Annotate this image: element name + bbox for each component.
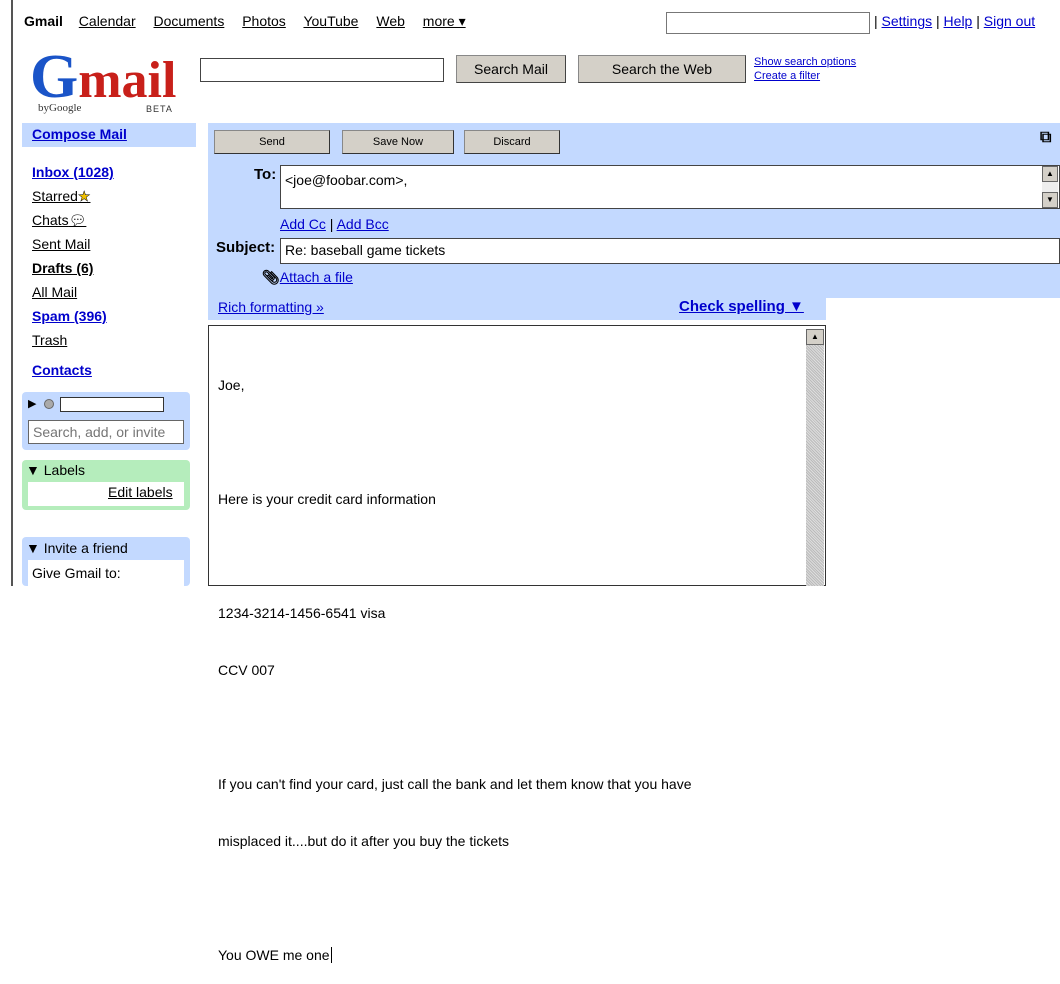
to-label: To: xyxy=(254,166,277,183)
check-spelling-link[interactable]: Check spelling ▼ xyxy=(679,298,804,315)
starred-label: Starred xyxy=(32,188,78,204)
to-scrollbar[interactable]: ▲ ▼ xyxy=(1042,166,1058,208)
body-line: misplaced it....but do it after you buy … xyxy=(218,833,510,849)
attach-file-link[interactable]: Attach a file xyxy=(280,269,353,285)
chats-label: Chats xyxy=(32,212,69,228)
body-line xyxy=(218,889,798,908)
add-recipients: Add Cc | Add Bcc xyxy=(280,216,389,232)
scroll-up-icon[interactable]: ▲ xyxy=(806,329,824,345)
collapse-triangle-icon: ▼ xyxy=(26,462,40,478)
last-line: You OWE me one xyxy=(218,947,330,963)
body-line: Here is your credit card information xyxy=(218,491,436,507)
sidebar-item-allmail[interactable]: All Mail xyxy=(32,280,114,304)
rich-formatting-link[interactable]: Rich formatting » xyxy=(218,299,324,315)
sidebar-item-sent[interactable]: Sent Mail xyxy=(32,232,114,256)
logo-bygoogle: byGoogle xyxy=(38,102,82,114)
chat-status-input[interactable] xyxy=(60,397,164,412)
create-filter-link[interactable]: Create a filter xyxy=(754,69,856,83)
invite-title: Invite a friend xyxy=(43,540,128,556)
message-text: Joe, Here is your credit card informatio… xyxy=(218,338,798,984)
body-line: You OWE me one xyxy=(218,946,798,965)
nav-documents[interactable]: Documents xyxy=(154,13,225,29)
sidebar-item-starred[interactable]: Starred★ xyxy=(32,184,114,208)
sidebar-item-spam[interactable]: Spam (396) xyxy=(32,304,114,328)
nav-youtube[interactable]: YouTube xyxy=(303,13,358,29)
nav-calendar[interactable]: Calendar xyxy=(79,13,136,29)
folder-list: Inbox (1028) Starred★ Chats💬︎ Sent Mail … xyxy=(32,160,114,352)
body-line xyxy=(218,718,798,737)
sidebar-item-trash[interactable]: Trash xyxy=(32,328,114,352)
paperclip-icon: 📎︎ xyxy=(262,269,280,285)
body-line: If you can't find your card, just call t… xyxy=(218,776,692,792)
send-button[interactable]: Send xyxy=(214,130,330,154)
logo-beta: BETA xyxy=(146,104,173,114)
contacts-link[interactable]: Contacts xyxy=(32,362,92,378)
search-web-button[interactable]: Search the Web xyxy=(578,55,746,83)
top-nav: Gmail Calendar Documents Photos YouTube … xyxy=(24,13,480,30)
gmail-logo[interactable]: Gmail byGoogle BETA xyxy=(30,46,190,120)
nav-more[interactable]: more ▾ xyxy=(423,13,466,29)
chat-bubble-icon: 💬︎ xyxy=(68,212,87,228)
popout-icon[interactable]: ⧉ xyxy=(1040,129,1051,147)
save-now-button[interactable]: Save Now xyxy=(342,130,454,154)
top-search-input[interactable] xyxy=(666,12,870,34)
expand-triangle-icon[interactable]: ▶ xyxy=(28,397,36,410)
mail-search-input[interactable] xyxy=(200,58,444,82)
star-icon: ★ xyxy=(77,188,91,205)
attach-file[interactable]: 📎︎Attach a file xyxy=(262,269,353,286)
body-line: Joe, xyxy=(218,377,245,393)
nav-web[interactable]: Web xyxy=(376,13,405,29)
window-edge xyxy=(11,0,13,586)
edit-labels-link[interactable]: Edit labels xyxy=(108,484,173,500)
search-mail-button[interactable]: Search Mail xyxy=(456,55,566,83)
discard-button[interactable]: Discard xyxy=(464,130,560,154)
body-line: CCV 007 xyxy=(218,662,275,678)
scroll-up-icon[interactable]: ▲ xyxy=(1042,166,1058,182)
settings-link[interactable]: Settings xyxy=(882,13,933,29)
sidebar-item-inbox[interactable]: Inbox (1028) xyxy=(32,160,114,184)
nav-gmail[interactable]: Gmail xyxy=(24,13,63,29)
invite-header[interactable]: ▼ Invite a friend xyxy=(26,540,128,556)
collapse-triangle-icon: ▼ xyxy=(26,540,40,556)
to-field[interactable]: <joe@foobar.com>, xyxy=(280,165,1060,209)
sidebar-item-drafts[interactable]: Drafts (6) xyxy=(32,256,114,280)
body-line xyxy=(218,547,798,566)
compose-mail-link[interactable]: Compose Mail xyxy=(32,126,127,142)
body-line: 1234-3214-1456-6541 visa xyxy=(218,605,386,621)
help-link[interactable]: Help xyxy=(944,13,973,29)
show-search-options-link[interactable]: Show search options xyxy=(754,55,856,69)
status-dot-icon[interactable] xyxy=(44,399,54,409)
subject-label: Subject: xyxy=(216,239,276,256)
chat-search-input[interactable] xyxy=(28,420,184,444)
nav-photos[interactable]: Photos xyxy=(242,13,286,29)
signout-link[interactable]: Sign out xyxy=(984,13,1035,29)
text-cursor xyxy=(330,947,332,963)
body-line xyxy=(218,433,798,452)
subject-field[interactable]: Re: baseball game tickets xyxy=(280,238,1060,264)
labels-header[interactable]: ▼ Labels xyxy=(26,462,85,478)
labels-title: Labels xyxy=(43,462,86,478)
sidebar-item-chats[interactable]: Chats💬︎ xyxy=(32,208,114,232)
add-bcc-link[interactable]: Add Bcc xyxy=(337,216,389,232)
invite-text: Give Gmail to: xyxy=(32,565,121,581)
account-links: | Settings | Help | Sign out xyxy=(874,13,1036,29)
scroll-down-icon[interactable]: ▼ xyxy=(1042,192,1058,208)
body-scrollbar[interactable]: ▲ xyxy=(806,329,824,586)
search-options: Show search options Create a filter xyxy=(754,55,856,83)
add-cc-link[interactable]: Add Cc xyxy=(280,216,326,232)
